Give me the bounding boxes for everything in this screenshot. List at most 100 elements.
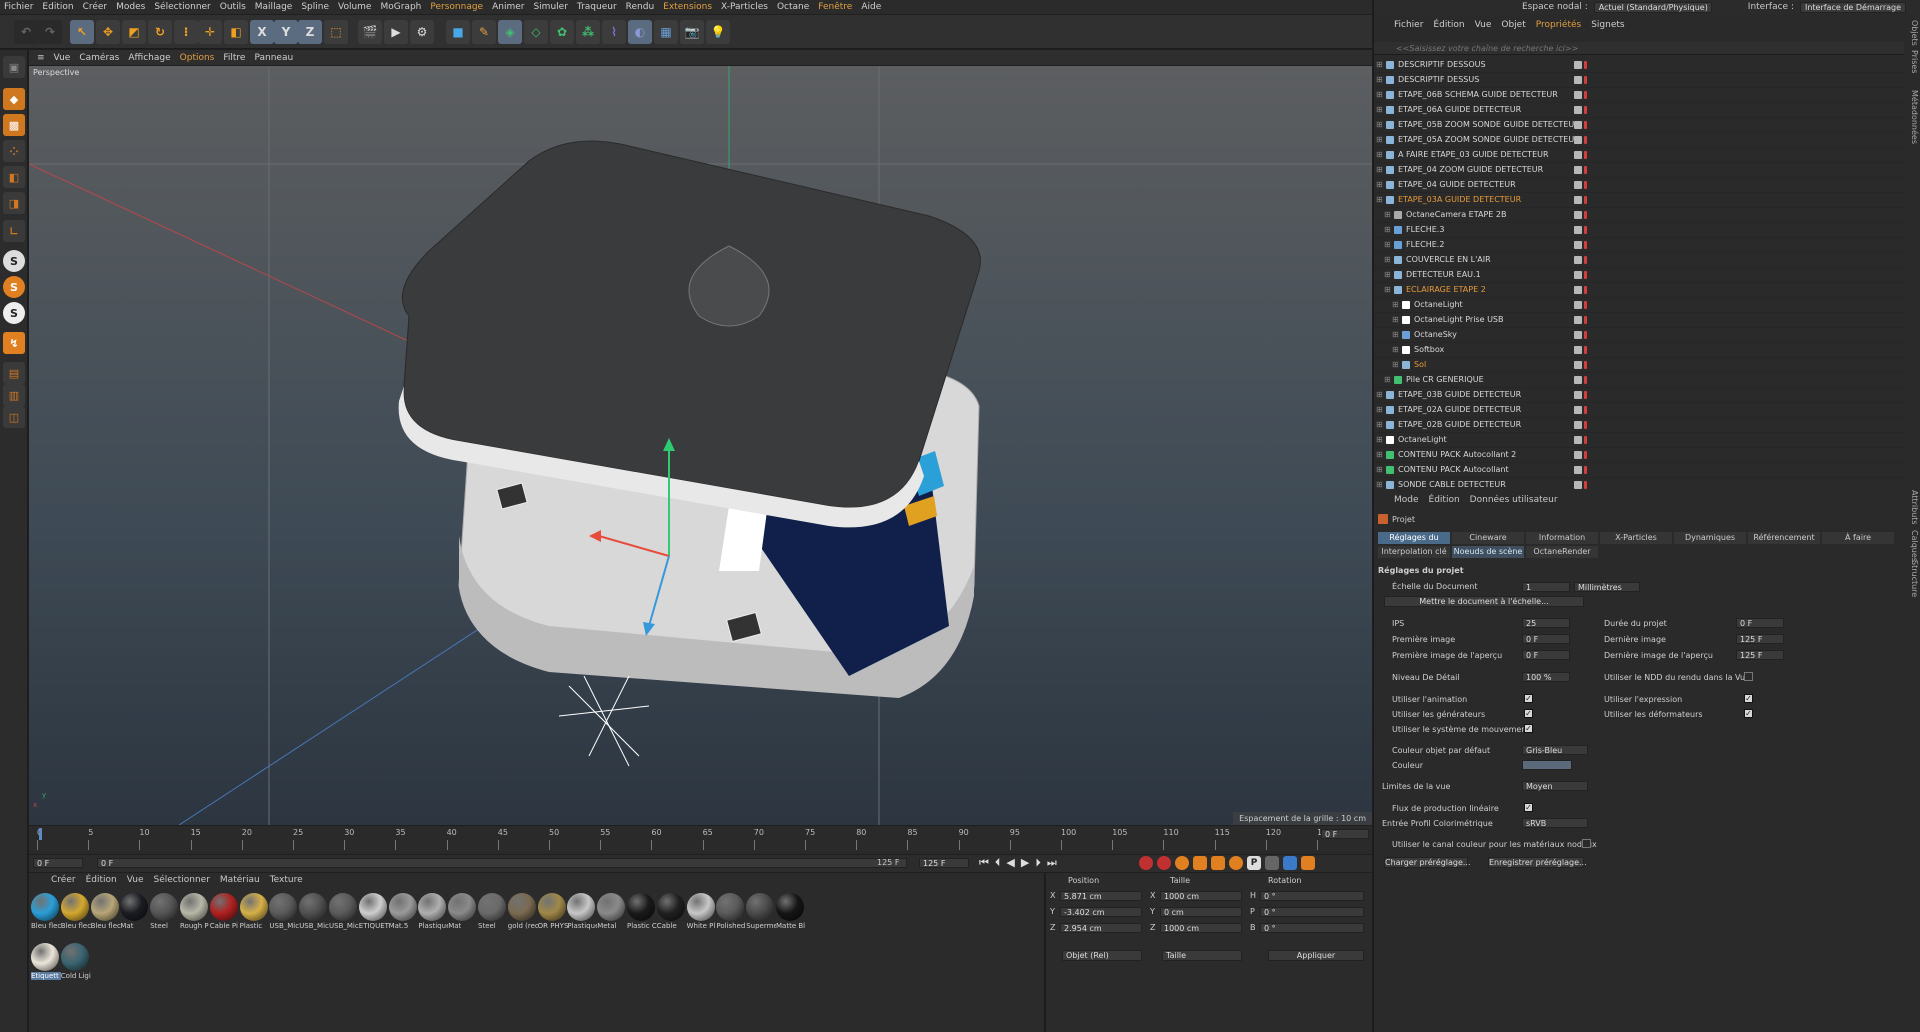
visibility-dots-icon[interactable] xyxy=(1584,121,1587,129)
object-name[interactable]: ETAPE_04 ZOOM GUIDE DETECTEUR xyxy=(1398,165,1543,174)
expand-icon[interactable]: ⊞ xyxy=(1384,210,1391,219)
expand-icon[interactable]: ⊞ xyxy=(1384,255,1391,264)
scale-document-button[interactable]: Mettre le document à l'échelle... xyxy=(1384,596,1584,607)
menu-item[interactable]: Maillage xyxy=(255,2,293,12)
expand-icon[interactable]: ⊞ xyxy=(1376,90,1383,99)
object-name[interactable]: ETAPE_06A GUIDE DETECTEUR xyxy=(1398,105,1521,114)
menu-item[interactable]: Volume xyxy=(338,2,371,12)
attribute-menu-item[interactable]: Édition xyxy=(1429,495,1460,505)
object-name[interactable]: Sol xyxy=(1414,360,1426,369)
play-back-icon[interactable]: ◀ xyxy=(1006,856,1014,870)
model-mode-icon[interactable]: ◆ xyxy=(3,88,25,110)
side-tab[interactable]: Objets xyxy=(1910,20,1919,46)
cloner-icon[interactable]: ✿ xyxy=(550,20,574,44)
side-tab[interactable]: Structure xyxy=(1910,560,1919,597)
render-button[interactable]: ▶ xyxy=(384,20,408,44)
menu-item[interactable]: Modes xyxy=(116,2,145,12)
3d-viewport[interactable]: Perspective y x Espacement de la grille … xyxy=(29,66,1372,825)
expand-icon[interactable]: ⊞ xyxy=(1384,285,1391,294)
object-row[interactable]: ⊞ COUVERCLE EN L'AIR xyxy=(1374,253,1904,268)
visibility-dots-icon[interactable] xyxy=(1584,436,1587,444)
render-view-button[interactable]: 🎬 xyxy=(358,20,382,44)
panel-menu-icon[interactable]: ≡ xyxy=(37,53,45,63)
rotation-field[interactable]: 0 ° xyxy=(1260,907,1364,917)
attribute-tab[interactable]: Dynamiques xyxy=(1674,532,1746,544)
visibility-dots-icon[interactable] xyxy=(1584,211,1587,219)
z-axis-button[interactable]: Z xyxy=(298,20,322,44)
default-color-select[interactable]: Gris-Bleu xyxy=(1522,745,1588,755)
attribute-tab[interactable]: X-Particles xyxy=(1600,532,1672,544)
visibility-dots-icon[interactable] xyxy=(1584,241,1587,249)
object-menu-item[interactable]: Objet xyxy=(1501,20,1525,34)
record-icon[interactable] xyxy=(1139,856,1153,870)
rotation-field[interactable]: 0 ° xyxy=(1260,891,1364,901)
attribute-tab[interactable]: À faire xyxy=(1822,532,1894,544)
extrude-icon[interactable]: ◇ xyxy=(524,20,548,44)
layer-check-icon[interactable] xyxy=(1574,481,1582,489)
texture-mode-icon[interactable]: ▩ xyxy=(3,114,25,136)
expand-icon[interactable]: ⊞ xyxy=(1376,465,1383,474)
use-expression-checkbox[interactable]: ✓ xyxy=(1744,694,1753,703)
material-menu-item[interactable]: Créer xyxy=(51,875,76,885)
object-name[interactable]: FLECHE.3 xyxy=(1406,225,1444,234)
object-row[interactable]: ⊞ OctaneLight Prise USB xyxy=(1374,313,1904,328)
layer-check-icon[interactable] xyxy=(1574,391,1582,399)
project-duration-field[interactable]: 0 F xyxy=(1736,618,1784,628)
doc-scale-field[interactable]: 1 xyxy=(1522,582,1570,592)
layer-check-icon[interactable] xyxy=(1574,436,1582,444)
material-swatch[interactable]: Rough P xyxy=(180,893,209,933)
lod-field[interactable]: 100 % xyxy=(1522,672,1570,682)
key-param-icon[interactable]: P xyxy=(1247,856,1261,870)
expand-icon[interactable]: ⊞ xyxy=(1376,150,1383,159)
layer-check-icon[interactable] xyxy=(1574,211,1582,219)
expand-icon[interactable]: ⊞ xyxy=(1376,75,1383,84)
object-row[interactable]: ⊞ ETAPE_03A GUIDE DETECTEUR xyxy=(1374,193,1904,208)
object-name[interactable]: A FAIRE ETAPE_03 GUIDE DETECTEUR xyxy=(1398,150,1549,159)
visibility-dots-icon[interactable] xyxy=(1584,226,1587,234)
points-mode-icon[interactable]: ⁘ xyxy=(3,140,25,162)
visibility-dots-icon[interactable] xyxy=(1584,91,1587,99)
goto-end-icon[interactable]: ⏭ xyxy=(1047,856,1057,870)
expand-icon[interactable]: ⊞ xyxy=(1376,450,1383,459)
object-menu-item[interactable]: Vue xyxy=(1475,20,1492,34)
visibility-dots-icon[interactable] xyxy=(1584,361,1587,369)
object-name[interactable]: ETAPE_05B ZOOM SONDE GUIDE DETECTEUR xyxy=(1398,120,1580,129)
object-row[interactable]: ⊞ ECLAIRAGE ETAPE 2 xyxy=(1374,283,1904,298)
material-swatch[interactable]: ETIQUET xyxy=(358,893,389,933)
coord-mode-select[interactable]: Objet (Rel) xyxy=(1062,950,1142,961)
select-tool-button[interactable]: ↖ xyxy=(70,20,94,44)
viewport-menu-item[interactable]: Filtre xyxy=(223,53,245,63)
menu-item[interactable]: Simuler xyxy=(533,2,567,12)
material-swatch[interactable]: Bleu flec xyxy=(90,893,121,933)
last-preview-field[interactable]: 125 F xyxy=(1736,650,1784,660)
layer-check-icon[interactable] xyxy=(1574,286,1582,294)
viewport-menu-item[interactable]: Vue xyxy=(54,53,71,63)
play-icon[interactable]: ▶ xyxy=(1021,856,1029,870)
apply-button[interactable]: Appliquer xyxy=(1268,950,1364,961)
menu-item[interactable]: Fenêtre xyxy=(818,2,852,12)
start-frame-field[interactable]: 0 F xyxy=(33,858,83,868)
y-axis-button[interactable]: Y xyxy=(274,20,298,44)
expand-icon[interactable]: ⊞ xyxy=(1376,405,1383,414)
viewport-menu-item[interactable]: Affichage xyxy=(128,53,170,63)
key-rot-icon[interactable] xyxy=(1229,856,1243,870)
redo-button[interactable]: ↷ xyxy=(38,20,62,44)
snap-icon[interactable]: S xyxy=(3,250,25,272)
layer-check-icon[interactable] xyxy=(1574,301,1582,309)
color-profile-select[interactable]: sRVB xyxy=(1522,818,1588,828)
material-swatch[interactable]: Cable Pi xyxy=(209,893,238,933)
polygons-mode-icon[interactable]: ◨ xyxy=(3,192,25,214)
material-swatch[interactable]: Bleu flec xyxy=(60,893,91,933)
expand-icon[interactable]: ⊞ xyxy=(1392,330,1399,339)
visibility-dots-icon[interactable] xyxy=(1584,76,1587,84)
object-row[interactable]: ⊞ ETAPE_06A GUIDE DETECTEUR xyxy=(1374,103,1904,118)
object-row[interactable]: ⊞ CONTENU PACK Autocollant 2 xyxy=(1374,448,1904,463)
object-name[interactable]: ETAPE_03A GUIDE DETECTEUR xyxy=(1398,195,1521,204)
autokey-icon[interactable] xyxy=(1157,856,1171,870)
camera-icon[interactable]: 📷 xyxy=(680,20,704,44)
field-icon[interactable]: ◐ xyxy=(628,20,652,44)
visibility-dots-icon[interactable] xyxy=(1584,466,1587,474)
next-key-icon[interactable]: ⏵ xyxy=(1035,856,1041,870)
first-preview-field[interactable]: 0 F xyxy=(1522,650,1570,660)
playhead[interactable] xyxy=(39,828,42,840)
